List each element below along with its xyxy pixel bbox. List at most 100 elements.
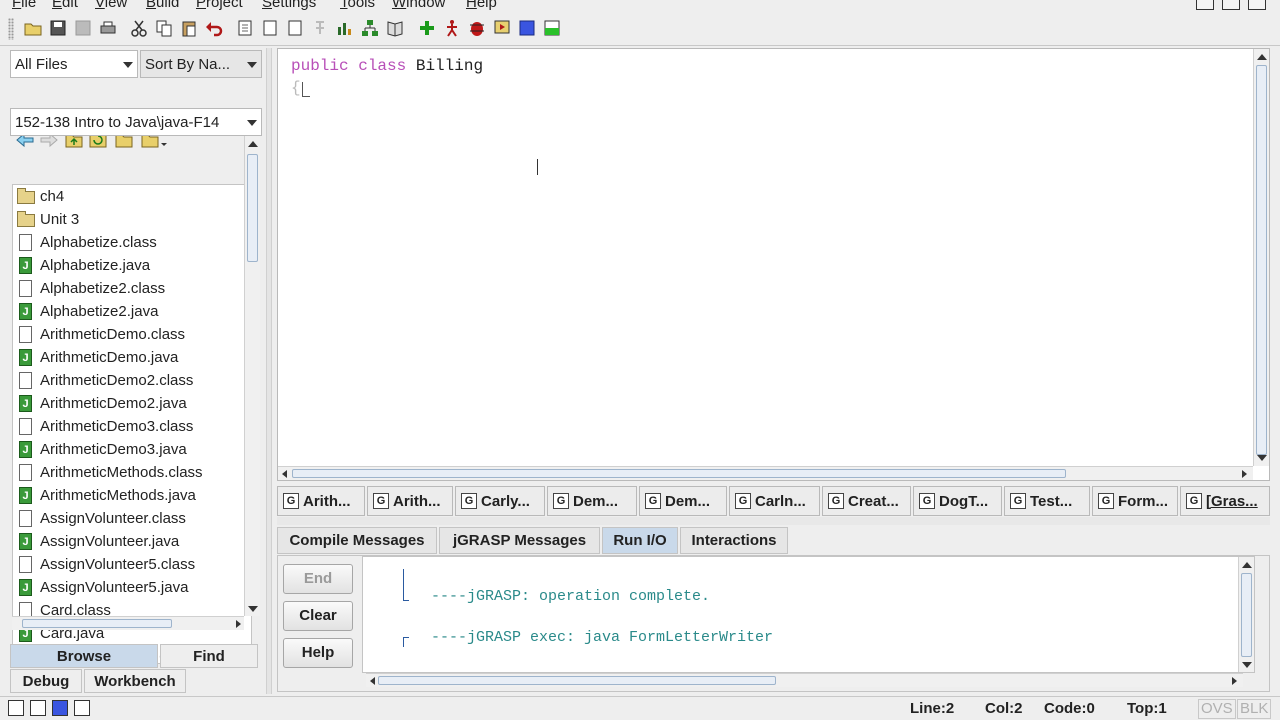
tab-find[interactable]: Find bbox=[160, 644, 258, 668]
list-item[interactable]: Alphabetize2.class bbox=[13, 277, 251, 300]
menu-file[interactable]: File bbox=[12, 0, 36, 11]
menu-window[interactable]: Window bbox=[392, 0, 445, 11]
list-item[interactable]: ArithmeticDemo.class bbox=[13, 323, 251, 346]
layout-icon[interactable] bbox=[8, 700, 24, 716]
open-folder-icon[interactable] bbox=[22, 17, 44, 39]
doc-tab[interactable]: G DogT... bbox=[913, 486, 1002, 516]
code-editor[interactable]: public class Billing { bbox=[277, 48, 1270, 481]
undo-icon[interactable] bbox=[203, 17, 225, 39]
list-item[interactable]: ArithmeticDemo2.class bbox=[13, 369, 251, 392]
scroll-left-icon[interactable] bbox=[370, 677, 375, 685]
save-icon[interactable] bbox=[47, 17, 69, 39]
copy-icon[interactable] bbox=[153, 17, 175, 39]
scroll-down-icon[interactable] bbox=[1242, 662, 1252, 668]
page-icon[interactable] bbox=[259, 17, 281, 39]
add-icon[interactable] bbox=[416, 17, 438, 39]
list-item[interactable]: J ArithmeticDemo3.java bbox=[13, 438, 251, 461]
vertical-splitter[interactable] bbox=[266, 48, 272, 694]
doc-tab[interactable]: G Dem... bbox=[547, 486, 637, 516]
book-icon[interactable] bbox=[384, 17, 406, 39]
hscroll-thumb[interactable] bbox=[292, 469, 1066, 478]
paste-icon[interactable] bbox=[178, 17, 200, 39]
menu-edit[interactable]: Edit bbox=[52, 0, 78, 11]
page-icon[interactable] bbox=[234, 17, 256, 39]
layout-icon[interactable] bbox=[30, 700, 46, 716]
clear-button[interactable]: Clear bbox=[283, 601, 353, 631]
file-list-scrollbar[interactable] bbox=[244, 136, 260, 616]
tab-run-io[interactable]: Run I/O bbox=[602, 527, 678, 554]
output-hscrollbar[interactable] bbox=[366, 673, 1243, 687]
list-item[interactable]: J AssignVolunteer5.java bbox=[13, 576, 251, 599]
menu-build[interactable]: Build bbox=[146, 0, 179, 11]
list-item[interactable]: Alphabetize.class bbox=[13, 231, 251, 254]
scroll-left-icon[interactable] bbox=[282, 470, 287, 478]
doc-tab[interactable]: G Dem... bbox=[639, 486, 727, 516]
path-dropdown[interactable]: 152-138 Intro to Java\java-F14 bbox=[10, 108, 262, 136]
list-item[interactable]: ArithmeticDemo3.class bbox=[13, 415, 251, 438]
page-icon[interactable] bbox=[284, 17, 306, 39]
menu-view[interactable]: View bbox=[95, 0, 127, 11]
sort-dropdown[interactable]: Sort By Na... bbox=[140, 50, 262, 78]
doc-tab[interactable]: G Form... bbox=[1092, 486, 1178, 516]
list-item[interactable]: Unit 3 bbox=[13, 208, 251, 231]
doc-tab[interactable]: G [Gras... bbox=[1180, 486, 1270, 516]
tab-compile-messages[interactable]: Compile Messages bbox=[277, 527, 437, 554]
list-item[interactable]: J ArithmeticDemo2.java bbox=[13, 392, 251, 415]
list-item[interactable]: J ArithmeticMethods.java bbox=[13, 484, 251, 507]
scroll-thumb[interactable] bbox=[1256, 65, 1267, 455]
tree-icon[interactable] bbox=[359, 17, 381, 39]
hscroll-thumb[interactable] bbox=[378, 676, 776, 685]
scroll-down-icon[interactable] bbox=[1257, 455, 1267, 461]
bug-icon[interactable] bbox=[466, 17, 488, 39]
menu-settings[interactable]: Settings bbox=[262, 0, 316, 11]
hscroll-thumb[interactable] bbox=[22, 619, 172, 628]
toolbar-grip[interactable] bbox=[8, 18, 14, 40]
list-item[interactable]: AssignVolunteer.class bbox=[13, 507, 251, 530]
scroll-up-icon[interactable] bbox=[1242, 562, 1252, 568]
list-item[interactable]: J ArithmeticDemo.java bbox=[13, 346, 251, 369]
list-item[interactable]: J Alphabetize.java bbox=[13, 254, 251, 277]
menu-tools[interactable]: Tools bbox=[340, 0, 375, 11]
tab-jgrasp-messages[interactable]: jGRASP Messages bbox=[439, 527, 600, 554]
doc-tab[interactable]: G Carln... bbox=[729, 486, 820, 516]
end-button[interactable]: End bbox=[283, 564, 353, 594]
close-window-button[interactable] bbox=[1248, 0, 1266, 10]
scroll-right-icon[interactable] bbox=[1242, 470, 1247, 478]
tab-browse[interactable]: Browse bbox=[10, 644, 158, 668]
print-icon[interactable] bbox=[97, 17, 119, 39]
editor-scrollbar[interactable] bbox=[1253, 49, 1269, 466]
scroll-right-icon[interactable] bbox=[1232, 677, 1237, 685]
list-item[interactable]: ArithmeticMethods.class bbox=[13, 461, 251, 484]
editor-hscrollbar[interactable] bbox=[278, 466, 1253, 480]
scroll-up-icon[interactable] bbox=[1257, 54, 1267, 60]
doc-tab[interactable]: G Arith... bbox=[367, 486, 453, 516]
doc-tab[interactable]: G Carly... bbox=[455, 486, 545, 516]
list-item[interactable]: AssignVolunteer5.class bbox=[13, 553, 251, 576]
menu-help[interactable]: Help bbox=[466, 0, 497, 11]
menu-project[interactable]: Project bbox=[196, 0, 243, 11]
cut-icon[interactable] bbox=[128, 17, 150, 39]
restore-button[interactable] bbox=[1222, 0, 1240, 10]
minimize-button[interactable] bbox=[1196, 0, 1214, 10]
scroll-up-icon[interactable] bbox=[248, 141, 258, 147]
run-icon[interactable] bbox=[441, 17, 463, 39]
file-list-hscrollbar[interactable] bbox=[12, 616, 244, 630]
filter-dropdown[interactable]: All Files bbox=[10, 50, 138, 78]
blue-square-icon[interactable] bbox=[516, 17, 538, 39]
doc-tab[interactable]: G Arith... bbox=[277, 486, 365, 516]
step-icon[interactable] bbox=[491, 17, 513, 39]
layout-icon[interactable] bbox=[74, 700, 90, 716]
pin-icon[interactable] bbox=[309, 17, 331, 39]
list-item[interactable]: ch4 bbox=[13, 185, 251, 208]
doc-tab[interactable]: G Test... bbox=[1004, 486, 1090, 516]
horizontal-splitter[interactable] bbox=[277, 517, 1270, 525]
scroll-right-icon[interactable] bbox=[236, 620, 241, 628]
list-item[interactable]: J AssignVolunteer.java bbox=[13, 530, 251, 553]
tab-workbench[interactable]: Workbench bbox=[84, 669, 186, 693]
tab-debug[interactable]: Debug bbox=[10, 669, 82, 693]
help-button[interactable]: Help bbox=[283, 638, 353, 668]
layout-icon[interactable] bbox=[52, 700, 68, 716]
chart-icon[interactable] bbox=[334, 17, 356, 39]
scroll-thumb[interactable] bbox=[247, 154, 258, 262]
green-panel-icon[interactable] bbox=[541, 17, 563, 39]
